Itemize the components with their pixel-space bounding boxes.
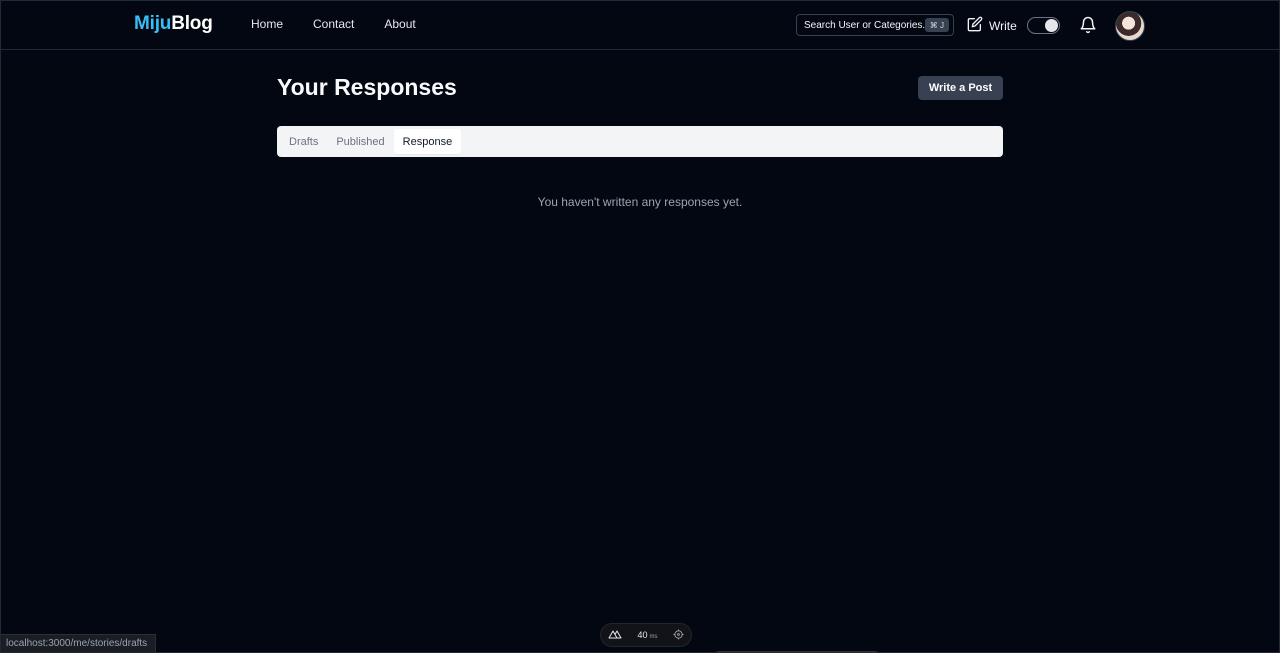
top-navbar: MijuBlog Home Contact About Search User … — [1, 1, 1279, 50]
tab-drafts[interactable]: Drafts — [280, 129, 327, 154]
bell-icon[interactable] — [1079, 16, 1097, 39]
theme-toggle[interactable] — [1027, 17, 1060, 34]
search-shortcut-badge: ⌘ J — [924, 18, 949, 32]
logo-part-blog: Blog — [171, 13, 213, 34]
logo-part-miju: Miju — [134, 13, 172, 34]
write-label: Write — [989, 18, 1017, 33]
write-link[interactable]: Write — [967, 16, 1017, 35]
write-a-post-button[interactable]: Write a Post — [918, 76, 1003, 100]
user-avatar[interactable] — [1115, 11, 1145, 41]
render-time-unit: ms — [649, 634, 658, 640]
render-time-value: 40 — [637, 630, 648, 640]
nav-home-link[interactable]: Home — [251, 17, 283, 31]
status-bar-url: localhost:3000/me/stories/drafts — [1, 634, 156, 652]
moon-icon — [1045, 19, 1058, 32]
nuxt-logo-icon[interactable] — [608, 629, 622, 641]
edit-icon — [967, 16, 983, 35]
search-placeholder: Search User or Categories... — [804, 19, 931, 31]
tab-published[interactable]: Published — [327, 129, 393, 154]
render-time-readout: 40 ms — [637, 630, 657, 640]
search-button[interactable]: Search User or Categories... ⌘ J — [796, 14, 954, 36]
nav-about-link[interactable]: About — [384, 17, 415, 31]
crosshair-icon[interactable] — [673, 628, 684, 642]
nav-contact-link[interactable]: Contact — [313, 17, 354, 31]
page: MijuBlog Home Contact About Search User … — [0, 0, 1280, 653]
empty-state-message: You haven't written any responses yet. — [537, 195, 743, 209]
tab-response[interactable]: Response — [393, 129, 462, 154]
page-title: Your Responses — [277, 74, 457, 100]
main-nav: Home Contact About — [251, 17, 416, 31]
site-logo[interactable]: MijuBlog — [134, 13, 213, 35]
stories-tabs: Drafts Published Response — [277, 126, 1003, 157]
dev-toolbar[interactable]: 40 ms — [600, 623, 692, 647]
